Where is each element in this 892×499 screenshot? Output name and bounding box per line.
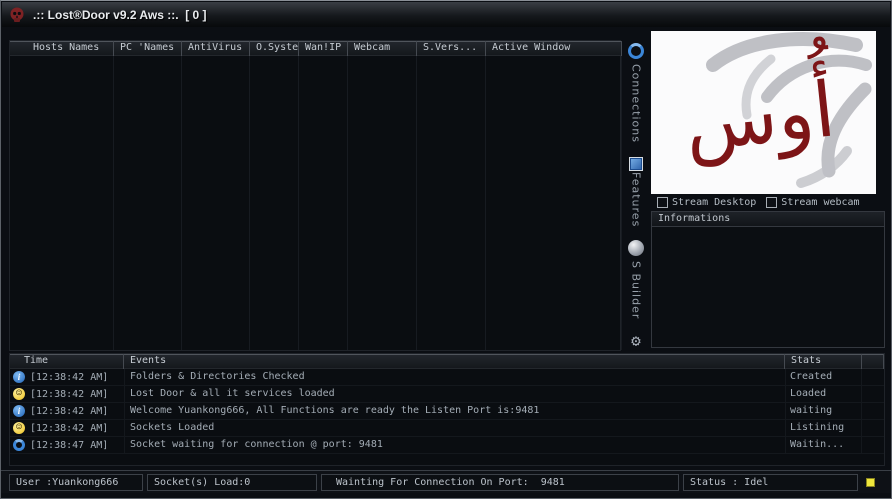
hosts-column bbox=[10, 56, 114, 350]
log-row[interactable]: [12:38:42 AM] Folders & Directories Check… bbox=[10, 369, 884, 386]
log-time-cell: [12:38:42 AM] bbox=[10, 420, 124, 436]
side-tab-features[interactable]: Features bbox=[628, 156, 644, 227]
hosts-column bbox=[114, 56, 182, 350]
info-icon bbox=[13, 405, 25, 417]
hosts-column-header[interactable]: O.System bbox=[250, 41, 299, 56]
hosts-column bbox=[348, 56, 417, 350]
log-stat: Created bbox=[785, 369, 862, 385]
event-log-table: TimeEventsStats [12:38:42 AM] Folders & D… bbox=[9, 353, 885, 466]
hosts-column-header[interactable]: AntiVirus bbox=[182, 41, 250, 56]
log-time: [12:38:42 AM] bbox=[30, 406, 108, 417]
titlebar[interactable]: .:: Lost®Door v9.2 Aws ::. [ 0 ] bbox=[2, 2, 890, 27]
status-user: User :Yuankong666 bbox=[9, 474, 143, 491]
log-event: Lost Door & all it services loaded bbox=[124, 386, 785, 402]
log-time-cell: [12:38:42 AM] bbox=[10, 403, 124, 419]
status-state: Status : Idel bbox=[683, 474, 858, 491]
side-tab-label: Features bbox=[630, 172, 643, 227]
stream-options: Stream Desktop Stream webcam bbox=[657, 195, 885, 209]
builder-icon bbox=[628, 240, 644, 256]
side-tab-strip: ConnectionsFeaturesS BuilderSettings bbox=[622, 40, 650, 351]
informations-body bbox=[652, 227, 884, 347]
app-icon bbox=[8, 6, 26, 24]
side-tab-connections[interactable]: Connections bbox=[628, 43, 644, 143]
log-stat: waiting bbox=[785, 403, 862, 419]
hosts-column-header[interactable]: Active Window bbox=[486, 41, 622, 56]
hosts-column-header[interactable]: S.Vers... bbox=[417, 41, 486, 56]
log-stat: Waitin... bbox=[785, 437, 862, 453]
stream-desktop-label: Stream Desktop bbox=[672, 197, 756, 208]
window-title: .:: Lost®Door v9.2 Aws ::. [ 0 ] bbox=[33, 8, 207, 22]
info-icon bbox=[13, 371, 25, 383]
event-log-body[interactable]: [12:38:42 AM] Folders & Directories Check… bbox=[10, 369, 884, 454]
status-bar: User :Yuankong666 Socket(s) Load:0 Waint… bbox=[1, 470, 891, 493]
log-column-header[interactable]: Events bbox=[124, 354, 785, 369]
log-event: Sockets Loaded bbox=[124, 420, 785, 436]
log-time-cell: [12:38:47 AM] bbox=[10, 437, 124, 453]
hosts-column-header[interactable]: Hosts Names bbox=[10, 41, 114, 56]
log-time: [12:38:47 AM] bbox=[30, 440, 108, 451]
log-event: Socket waiting for connection @ port: 94… bbox=[124, 437, 785, 453]
hosts-column bbox=[250, 56, 299, 350]
stream-webcam-option[interactable]: Stream webcam bbox=[766, 197, 859, 208]
settings-icon bbox=[628, 333, 644, 349]
hosts-table[interactable]: Hosts NamesPC 'NamesAntiVirusO.SystemWan… bbox=[9, 40, 621, 351]
log-row[interactable]: [12:38:47 AM] Socket waiting for connecti… bbox=[10, 437, 884, 454]
log-time-cell: [12:38:42 AM] bbox=[10, 369, 124, 385]
stream-webcam-label: Stream webcam bbox=[781, 197, 859, 208]
hosts-column-header[interactable]: Wan!IP bbox=[299, 41, 348, 56]
hosts-column-header[interactable]: PC 'Names bbox=[114, 41, 182, 56]
stream-desktop-option[interactable]: Stream Desktop bbox=[657, 197, 756, 208]
log-row[interactable]: [12:38:42 AM] Welcome Yuankong666, All Fu… bbox=[10, 403, 884, 420]
features-icon bbox=[629, 157, 643, 171]
hosts-column-header[interactable]: Webcam bbox=[348, 41, 417, 56]
log-header-spacer bbox=[862, 354, 884, 369]
log-stat: Listining bbox=[785, 420, 862, 436]
hosts-column bbox=[486, 56, 622, 350]
hosts-column bbox=[417, 56, 486, 350]
side-tab-label: Connections bbox=[630, 64, 643, 143]
status-sockets: Socket(s) Load:0 bbox=[147, 474, 317, 491]
log-stat: Loaded bbox=[785, 386, 862, 402]
log-column-header[interactable]: Time bbox=[10, 354, 124, 369]
logo-image: أُوس bbox=[651, 31, 876, 194]
side-tab-builder[interactable]: S Builder bbox=[628, 240, 644, 319]
log-column-header[interactable]: Stats bbox=[785, 354, 862, 369]
connections-icon bbox=[628, 43, 644, 59]
stream-webcam-checkbox[interactable] bbox=[766, 197, 777, 208]
smiley-icon bbox=[13, 388, 25, 400]
smiley-icon bbox=[13, 422, 25, 434]
stream-desktop-checkbox[interactable] bbox=[657, 197, 668, 208]
hosts-table-body[interactable] bbox=[10, 56, 620, 350]
side-tab-label: S Builder bbox=[630, 261, 643, 319]
log-time: [12:38:42 AM] bbox=[30, 389, 108, 400]
hosts-column bbox=[299, 56, 348, 350]
log-event: Folders & Directories Checked bbox=[124, 369, 785, 385]
socket-icon bbox=[13, 439, 25, 451]
informations-title: Informations bbox=[652, 212, 884, 227]
log-time: [12:38:42 AM] bbox=[30, 423, 108, 434]
hosts-column bbox=[182, 56, 250, 350]
event-log-header: TimeEventsStats bbox=[10, 354, 884, 369]
log-row[interactable]: [12:38:42 AM] Lost Door & all it services… bbox=[10, 386, 884, 403]
app-window: .:: Lost®Door v9.2 Aws ::. [ 0 ] Hosts N… bbox=[0, 0, 892, 499]
hosts-table-header: Hosts NamesPC 'NamesAntiVirusO.SystemWan… bbox=[10, 41, 620, 56]
log-row[interactable]: [12:38:42 AM] Sockets LoadedListining bbox=[10, 420, 884, 437]
log-event: Welcome Yuankong666, All Functions are r… bbox=[124, 403, 785, 419]
informations-panel: Informations bbox=[651, 211, 885, 348]
status-waiting: Wainting For Connection On Port: 9481 bbox=[321, 474, 679, 491]
log-time-cell: [12:38:42 AM] bbox=[10, 386, 124, 402]
log-time: [12:38:42 AM] bbox=[30, 372, 108, 383]
status-led-icon bbox=[866, 478, 875, 487]
